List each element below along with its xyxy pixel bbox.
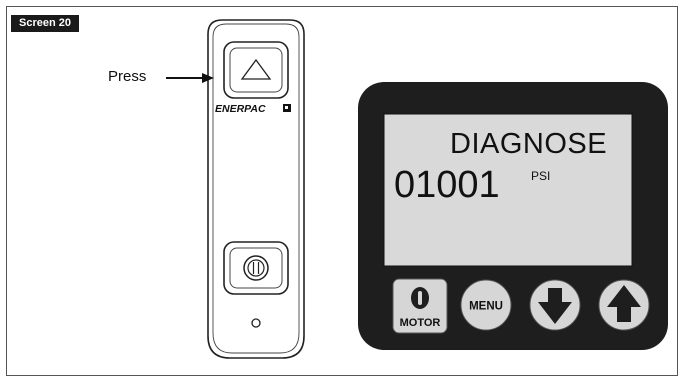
- lcd-pressure-unit: PSI: [531, 169, 551, 183]
- lcd-mode-text: DIAGNOSE: [450, 128, 608, 160]
- motor-button[interactable]: MOTOR: [392, 278, 448, 334]
- brand-logo: ENERPAC: [215, 103, 266, 115]
- motor-power-icon: [243, 255, 269, 281]
- menu-button-label: MENU: [469, 301, 503, 313]
- down-button[interactable]: [529, 279, 581, 331]
- pendant: ENERPAC: [207, 19, 305, 359]
- motor-button-label: MOTOR: [400, 317, 441, 329]
- lcd-pressure-value: 01001: [394, 164, 500, 206]
- press-label: Press: [108, 68, 147, 85]
- display-unit: MOTOR MENU: [358, 82, 668, 350]
- illustration: ENERPAC MOTOR MENU: [166, 19, 668, 359]
- press-arrow: [166, 73, 214, 83]
- menu-button[interactable]: MENU: [460, 279, 512, 331]
- circle-indicator-icon: [251, 318, 261, 328]
- pendant-up-button[interactable]: [223, 41, 289, 99]
- pendant-motor-button[interactable]: [223, 241, 289, 295]
- up-button[interactable]: [598, 279, 650, 331]
